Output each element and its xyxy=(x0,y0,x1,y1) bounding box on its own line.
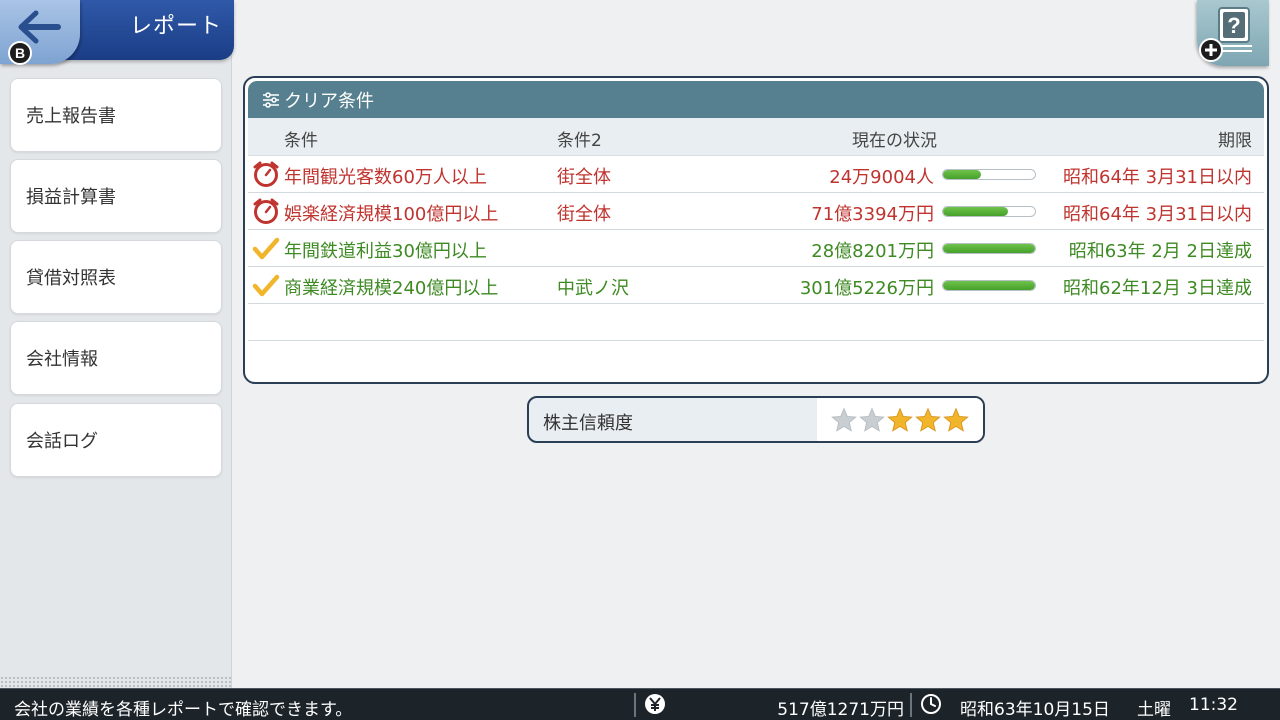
sidebar-item-label: 会社情報 xyxy=(26,349,98,370)
timer-icon xyxy=(253,198,279,224)
star-filled-icon xyxy=(915,406,941,432)
condition-text: 年間鉄道利益30億円以上 xyxy=(284,241,487,262)
star-filled-icon xyxy=(887,406,913,432)
panel-title: クリア条件 xyxy=(284,90,374,112)
game-time: 11:32 xyxy=(1189,695,1238,715)
progress-bar xyxy=(942,280,1036,291)
status-bar: 会社の業績を各種レポートで確認できます。 517億1271万円 昭和63年10月… xyxy=(0,688,1280,720)
clock-icon xyxy=(921,694,941,714)
sidebar-item-label: 売上報告書 xyxy=(26,106,116,127)
condition2-text: 街全体 xyxy=(557,167,611,188)
back-arrow-icon xyxy=(18,10,61,44)
sidebar-divider xyxy=(0,676,232,688)
status-divider xyxy=(634,693,636,717)
back-button[interactable]: B xyxy=(0,0,80,65)
sidebar-item-company-info[interactable]: 会社情報 xyxy=(10,321,222,395)
filter-icon xyxy=(263,91,279,108)
status-value: 28億8201万円 xyxy=(811,241,934,262)
panel-header: クリア条件 xyxy=(248,81,1264,118)
funds-value: 517億1271万円 xyxy=(777,700,904,720)
help-icon: ? xyxy=(1199,7,1252,62)
progress-fill xyxy=(943,207,1009,216)
status-message: 会社の業績を各種レポートで確認できます。 xyxy=(14,700,353,720)
column-header-status: 現在の状況 xyxy=(852,131,937,151)
trust-rating xyxy=(817,398,983,441)
game-weekday: 土曜 xyxy=(1137,700,1171,720)
star-empty-icon xyxy=(859,406,885,432)
shareholder-trust: 株主信頼度 xyxy=(527,396,985,443)
table-row[interactable]: 年間観光客数60万人以上 街全体 24万9004人 昭和64年 3月31日以内 xyxy=(248,156,1264,193)
checkmark-icon xyxy=(252,274,280,297)
deadline-text: 昭和64年 3月31日以内 xyxy=(1063,167,1252,188)
b-button-badge: B xyxy=(8,41,32,65)
status-value: 301億5226万円 xyxy=(799,278,934,299)
sidebar-item-income-statement[interactable]: 損益計算書 xyxy=(10,159,222,233)
sidebar-item-label: 損益計算書 xyxy=(26,187,116,208)
sidebar-item-label: 貸借対照表 xyxy=(26,268,116,289)
status-value: 71億3394万円 xyxy=(811,204,934,225)
progress-bar xyxy=(942,206,1036,217)
column-header-deadline: 期限 xyxy=(1218,131,1252,151)
page-title: レポート xyxy=(129,14,222,39)
table-row[interactable]: 娯楽経済規模100億円以上 街全体 71億3394万円 昭和64年 3月31日以… xyxy=(248,193,1264,230)
trust-label: 株主信頼度 xyxy=(543,413,633,434)
table-row[interactable]: 商業経済規模240億円以上 中武ノ沢 301億5226万円 昭和62年12月 3… xyxy=(248,267,1264,304)
table-row-empty xyxy=(248,304,1264,341)
condition-text: 商業経済規模240億円以上 xyxy=(284,278,499,299)
star-empty-icon xyxy=(831,406,857,432)
checkmark-icon xyxy=(252,237,280,260)
sidebar-item-conversation-log[interactable]: 会話ログ xyxy=(10,403,222,477)
game-date: 昭和63年10月15日 xyxy=(960,700,1110,720)
deadline-text: 昭和64年 3月31日以内 xyxy=(1063,204,1252,225)
progress-fill xyxy=(943,170,981,179)
column-headers: 条件 条件2 現在の状況 期限 xyxy=(248,118,1264,156)
deadline-text: 昭和62年12月 3日達成 xyxy=(1063,278,1252,299)
status-value: 24万9004人 xyxy=(829,167,934,188)
deadline-text: 昭和63年 2月 2日達成 xyxy=(1068,241,1252,262)
table-row[interactable]: 年間鉄道利益30億円以上 28億8201万円 昭和63年 2月 2日達成 xyxy=(248,230,1264,267)
yen-icon xyxy=(645,694,665,714)
sidebar-item-balance-sheet[interactable]: 貸借対照表 xyxy=(10,240,222,314)
progress-bar xyxy=(942,169,1036,180)
svg-text:?: ? xyxy=(1227,13,1240,38)
condition-text: 年間観光客数60万人以上 xyxy=(284,167,487,188)
status-divider xyxy=(910,693,912,717)
help-button[interactable]: ? xyxy=(1197,0,1269,66)
progress-fill xyxy=(943,244,1035,253)
progress-fill xyxy=(943,281,1035,290)
sidebar: レポート B 売上報告書 損益計算書 貸借対照表 会社情報 会話ログ xyxy=(0,0,234,688)
progress-bar xyxy=(942,243,1036,254)
condition2-text: 中武ノ沢 xyxy=(557,278,629,299)
sidebar-item-label: 会話ログ xyxy=(26,431,98,452)
column-header-condition: 条件 xyxy=(284,131,318,151)
clear-conditions-panel: クリア条件 条件 条件2 現在の状況 期限 年間観光客数60万人以上 街全体 2… xyxy=(243,76,1269,384)
column-header-condition2: 条件2 xyxy=(557,131,602,151)
timer-icon xyxy=(253,161,279,187)
condition-text: 娯楽経済規模100億円以上 xyxy=(284,204,499,225)
sidebar-item-sales-report[interactable]: 売上報告書 xyxy=(10,78,222,152)
condition2-text: 街全体 xyxy=(557,204,611,225)
star-filled-icon xyxy=(943,406,969,432)
